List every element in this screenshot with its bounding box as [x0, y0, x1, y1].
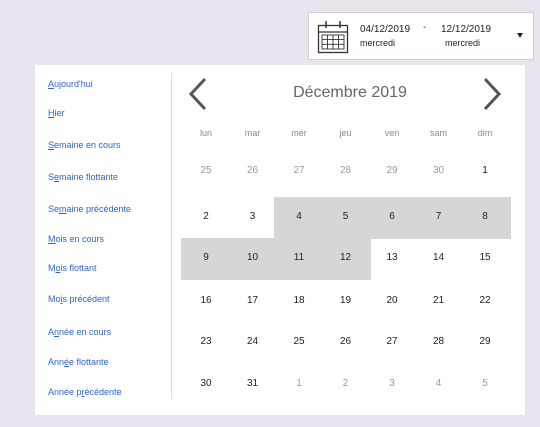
calendar-day[interactable]: 30 — [183, 366, 229, 402]
weekday-label: jeu — [339, 128, 352, 138]
weekday-label: lun — [199, 128, 212, 138]
weekday-label: mer — [291, 128, 307, 138]
preset-link[interactable]: Année flottante — [48, 357, 109, 367]
calendar-day[interactable]: 21 — [416, 283, 462, 319]
preset-link[interactable]: Semaine flottante — [48, 172, 118, 182]
calendar-day[interactable]: 6 — [369, 199, 415, 235]
calendar-day[interactable]: 22 — [462, 283, 508, 319]
calendar-day[interactable]: 18 — [276, 283, 322, 319]
calendar-day[interactable]: 11 — [276, 240, 322, 276]
preset-link[interactable]: Semaine en cours — [48, 140, 121, 150]
calendar-day[interactable]: 24 — [230, 324, 276, 360]
dropdown-caret-icon[interactable] — [517, 33, 523, 38]
calendar-day[interactable]: 28 — [416, 324, 462, 360]
date-picker-panel: Aujourd'hui Hier Semaine en cours Semaine f… — [35, 65, 525, 415]
calendar-day[interactable]: 25 — [183, 153, 229, 189]
calendar-day[interactable]: 5 — [323, 199, 369, 235]
calendar-day[interactable]: 23 — [183, 324, 229, 360]
calendar-day[interactable]: 27 — [369, 324, 415, 360]
calendar-day[interactable]: 14 — [416, 240, 462, 276]
start-weekday: mercredi — [360, 38, 396, 48]
chevron-right-icon — [481, 77, 503, 111]
calendar-day[interactable]: 9 — [183, 240, 229, 276]
calendar-day[interactable]: 7 — [416, 199, 462, 235]
preset-link[interactable]: Mois en cours — [48, 234, 104, 244]
calendar-day[interactable]: 12 — [323, 240, 369, 276]
calendar-day[interactable]: 10 — [230, 240, 276, 276]
calendar-day[interactable]: 13 — [369, 240, 415, 276]
calendar-day[interactable]: 2 — [323, 366, 369, 402]
calendar-day[interactable]: 15 — [462, 240, 508, 276]
calendar-day[interactable]: 25 — [276, 324, 322, 360]
preset-list: Aujourd'hui Hier Semaine en cours Semaine f… — [35, 65, 171, 415]
calendar-day[interactable]: 2 — [183, 199, 229, 235]
calendar-day[interactable]: 30 — [416, 153, 462, 189]
preset-link[interactable]: Année précédente — [48, 387, 122, 397]
start-date: 04/12/2019 — [360, 24, 411, 35]
calendar-day[interactable]: 17 — [230, 283, 276, 319]
calendar-day[interactable]: 3 — [230, 199, 276, 235]
calendar-day[interactable]: 28 — [323, 153, 369, 189]
calendar-day[interactable]: 1 — [276, 366, 322, 402]
calendar-day[interactable]: 27 — [276, 153, 322, 189]
range-separator: - — [423, 22, 427, 33]
end-weekday: mercredi — [445, 38, 481, 48]
calendar-icon — [317, 20, 349, 59]
calendar-day[interactable]: 4 — [416, 366, 462, 402]
calendar-day[interactable]: 16 — [183, 283, 229, 319]
calendar-day[interactable]: 5 — [462, 366, 508, 402]
preset-link[interactable]: Année en cours — [48, 327, 111, 337]
calendar-day[interactable]: 29 — [462, 324, 508, 360]
preset-link[interactable]: Mois flottant — [48, 263, 97, 273]
preset-link[interactable]: Aujourd'hui — [48, 79, 93, 89]
calendar-day[interactable]: 19 — [323, 283, 369, 319]
weekday-label: ven — [384, 128, 400, 138]
calendar-day[interactable]: 29 — [369, 153, 415, 189]
preset-link[interactable]: Mois précédent — [48, 294, 110, 304]
date-range-input[interactable]: 04/12/2019 mercredi - 12/12/2019 mercred… — [308, 12, 534, 60]
weekday-label: dim — [477, 128, 493, 138]
end-date: 12/12/2019 — [441, 24, 492, 35]
calendar-day[interactable]: 3 — [369, 366, 415, 402]
calendar-day[interactable]: 20 — [369, 283, 415, 319]
calendar-day[interactable]: 4 — [276, 199, 322, 235]
weekday-label: sam — [429, 128, 447, 138]
calendar-day[interactable]: 8 — [462, 199, 508, 235]
month-title: Décembre 2019 — [293, 84, 407, 101]
calendar-day[interactable]: 26 — [230, 153, 276, 189]
calendar-day[interactable]: 1 — [462, 153, 508, 189]
calendar-day[interactable]: 26 — [323, 324, 369, 360]
next-month-button[interactable] — [481, 77, 503, 111]
preset-link[interactable]: Semaine précédente — [48, 204, 131, 214]
divider — [171, 73, 172, 399]
preset-link[interactable]: Hier — [48, 108, 65, 118]
calendar-day[interactable]: 31 — [230, 366, 276, 402]
weekday-label: mar — [244, 128, 261, 138]
